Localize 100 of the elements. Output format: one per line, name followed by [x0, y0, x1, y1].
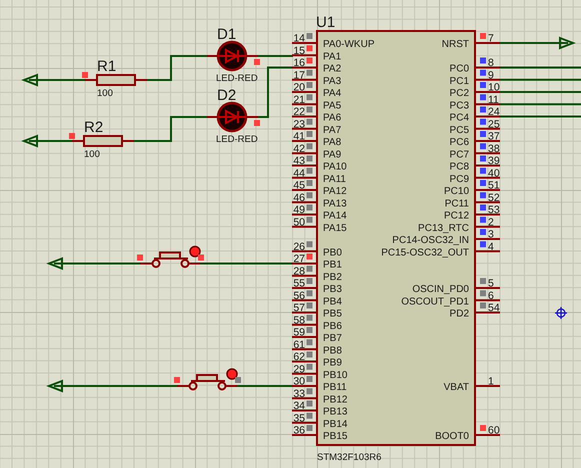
pin-label: VBAT: [444, 382, 469, 393]
wire: [237, 385, 293, 387]
pin-number: 62: [293, 351, 305, 363]
pin-label: BOOT0: [435, 431, 469, 442]
pin-label: PC8: [450, 162, 469, 172]
pin-label: PB2: [323, 272, 342, 283]
pin-lead: [292, 201, 317, 204]
pin-lead: [475, 128, 500, 130]
pin-label: PB3: [323, 284, 342, 295]
pin-label: PA15: [323, 222, 347, 234]
pin-lead: [292, 78, 317, 81]
pin-marker: [82, 72, 88, 78]
pin-marker: [69, 133, 75, 139]
pin-lead: [475, 103, 500, 106]
pin-number: 33: [293, 388, 305, 400]
pin-lead: [292, 422, 317, 424]
pin-number: 16: [293, 57, 305, 69]
pin-number: 20: [293, 82, 305, 94]
pin-lead: [292, 274, 317, 277]
pin-label: PB9: [323, 358, 342, 368]
pin-label: PC14-OSC32_IN: [392, 235, 469, 246]
pin-number: 24: [488, 106, 500, 118]
pin-number: 7: [488, 32, 494, 44]
pin-label: PB1: [323, 260, 342, 270]
pin-lead: [475, 226, 500, 228]
component-label: D1: [217, 26, 236, 43]
pin-number: 21: [293, 94, 305, 106]
component-label: U1: [316, 14, 336, 31]
pin-label: PB12: [323, 394, 348, 406]
pin-label: PC12: [444, 210, 469, 222]
pin-label: PA1: [323, 51, 342, 62]
pin-number: 5: [488, 278, 494, 290]
pin-number: 54: [488, 302, 500, 314]
pin-label: PC15-OSC32_OUT: [381, 247, 469, 258]
pin-lead: [292, 226, 317, 228]
pin-label: OSCOUT_PD1: [401, 296, 469, 308]
pin-number: 3: [488, 228, 494, 240]
pin-number: 35: [293, 412, 305, 424]
pin-lead: [292, 152, 317, 154]
component-label: R2: [84, 119, 104, 136]
wire: [258, 66, 293, 118]
wire: [258, 55, 293, 57]
pin-label: PA4: [323, 88, 342, 99]
pin-label: PA3: [323, 76, 342, 87]
pin-label: PA9: [323, 149, 342, 160]
pin-number: 26: [293, 240, 305, 253]
pin-label: PA14: [323, 210, 347, 222]
pin-number: 8: [488, 57, 494, 69]
pin-marker: [254, 59, 260, 65]
led-symbol: [207, 102, 258, 132]
pin-number: 57: [293, 302, 305, 314]
pin-label: PC1: [450, 76, 469, 87]
component-value: LED-RED: [216, 134, 258, 145]
pin-number: 59: [293, 326, 305, 338]
pin-label: PB11: [323, 382, 347, 393]
wire: [37, 140, 72, 142]
pin-number: 11: [488, 94, 499, 106]
pin-label: PB15: [323, 431, 348, 442]
pin-label: PC5: [450, 124, 469, 136]
pin-number: 50: [293, 216, 305, 228]
pin-lead: [475, 152, 500, 154]
component-label: R1: [97, 58, 116, 75]
pin-number: 25: [488, 118, 500, 130]
pin-label: PC0: [450, 64, 469, 74]
pin-label: PA13: [323, 198, 347, 210]
pin-number: 14: [293, 32, 305, 44]
pin-number: 9: [488, 69, 494, 82]
pin-number: 44: [293, 167, 305, 180]
pin-lead: [292, 250, 317, 252]
terminal-icon: [21, 135, 38, 147]
pin-label: PA5: [323, 100, 342, 112]
pin-label: PA7: [323, 124, 342, 136]
pin-marker: [174, 377, 180, 383]
terminal-icon: [21, 74, 38, 86]
pin-number: 17: [293, 69, 305, 82]
pin-lead: [292, 348, 317, 350]
pin-label: PD2: [450, 308, 469, 320]
pin-label: PB7: [323, 333, 342, 344]
pin-label: PA11: [323, 174, 346, 185]
pin-number: 22: [293, 106, 305, 118]
pin-number: 40: [488, 167, 500, 180]
component-value: LED-RED: [216, 73, 258, 84]
pin-number: 29: [293, 363, 305, 376]
pin-number: 53: [488, 204, 500, 216]
pin-number: 2: [488, 216, 494, 228]
pin-label: PC13_RTC: [418, 222, 469, 234]
pin-lead: [292, 397, 317, 400]
pin-lead: [475, 299, 500, 302]
pin-number: 4: [488, 240, 494, 253]
pin-number: 60: [488, 424, 500, 436]
pin-label: NRST: [442, 39, 469, 50]
pin-number: 38: [488, 142, 500, 155]
terminal-icon: [559, 37, 576, 49]
pin-label: PC7: [450, 149, 469, 160]
pin-label: PB8: [323, 345, 342, 356]
probe-dot: [226, 368, 238, 380]
pin-label: PA10: [323, 162, 347, 172]
pin-number: 52: [488, 192, 500, 204]
pin-lead: [292, 103, 317, 106]
pin-lead: [292, 372, 317, 375]
